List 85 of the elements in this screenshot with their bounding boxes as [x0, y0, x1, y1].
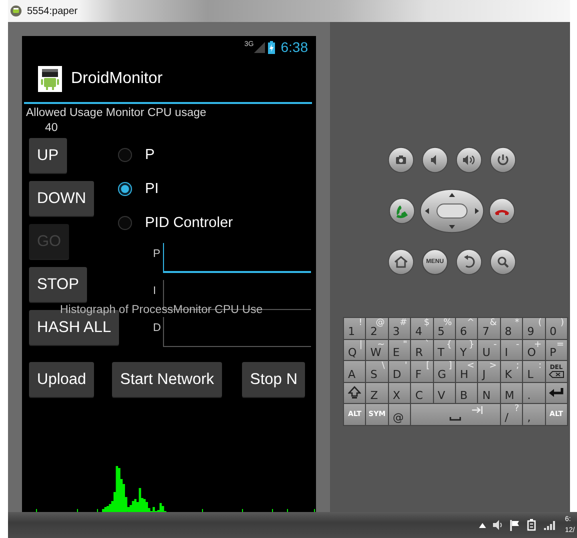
- keyboard-key[interactable]: 5 %: [434, 318, 455, 338]
- keyboard-key[interactable]: T {: [434, 340, 455, 360]
- direction-pad[interactable]: [420, 189, 484, 233]
- keyboard-key[interactable]: 9 (: [523, 318, 545, 338]
- power-icon[interactable]: [490, 147, 516, 173]
- keyboard-key[interactable]: W ~: [366, 340, 388, 360]
- volume-down-icon[interactable]: [422, 147, 448, 173]
- keyboard-key[interactable]: Z: [366, 382, 388, 403]
- radio-label: PI: [145, 181, 159, 197]
- keyboard-key[interactable]: N: [478, 382, 500, 403]
- keyboard-key[interactable]: E ": [388, 340, 410, 360]
- keyboard-key[interactable]: P =: [546, 340, 567, 360]
- speaker-icon[interactable]: [493, 520, 503, 530]
- keyboard-key[interactable]: 0 ): [546, 318, 567, 338]
- clock: 6:38: [280, 39, 308, 55]
- keyboard-key[interactable]: 3 #: [388, 318, 410, 338]
- signal-icon[interactable]: [544, 520, 556, 530]
- keyboard-key[interactable]: Q |: [344, 340, 366, 360]
- tab-icon: [472, 406, 483, 415]
- end-call-icon[interactable]: [489, 198, 515, 224]
- window-title: 5554:paper: [27, 6, 78, 16]
- keyboard-key[interactable]: ,: [523, 404, 545, 424]
- usage-value: 40: [45, 122, 59, 134]
- keyboard-key[interactable]: I -: [500, 340, 522, 360]
- enter-icon: [548, 387, 564, 398]
- keyboard-key[interactable]: .: [523, 382, 545, 403]
- keyboard-key[interactable]: F [: [411, 361, 433, 382]
- radio-button[interactable]: [118, 216, 132, 230]
- app-icon: [38, 66, 62, 92]
- action-button[interactable]: Start Network: [112, 362, 222, 397]
- shift-key[interactable]: [344, 382, 366, 403]
- keyboard-key[interactable]: 6 ^: [456, 318, 478, 338]
- camera-icon[interactable]: [388, 147, 414, 173]
- field-label: P: [153, 248, 162, 262]
- keyboard-key[interactable]: V: [434, 382, 455, 403]
- keyboard-key[interactable]: H <: [456, 361, 478, 382]
- back-icon[interactable]: [456, 249, 482, 275]
- emulator-app-icon: [10, 5, 22, 17]
- keyboard-key[interactable]: A: [344, 361, 366, 382]
- keyboard-key[interactable]: X: [388, 382, 410, 403]
- keyboard-key[interactable]: C: [411, 382, 433, 403]
- keyboard-key[interactable]: 1 !: [344, 318, 366, 338]
- radio-button[interactable]: [118, 182, 132, 196]
- backspace-icon: [548, 370, 564, 378]
- keyboard-key[interactable]: S \: [366, 361, 388, 382]
- home-icon[interactable]: [388, 249, 414, 275]
- call-icon[interactable]: [389, 198, 415, 224]
- search-icon[interactable]: [490, 249, 516, 275]
- space-icon: [450, 417, 462, 421]
- action-button[interactable]: DOWN: [29, 181, 94, 216]
- signal-icon: [254, 42, 265, 52]
- radio-label: P: [145, 147, 155, 163]
- keyboard-key[interactable]: D ': [388, 361, 410, 382]
- keyboard-key[interactable]: M: [500, 382, 522, 403]
- keyboard-key[interactable]: L :: [523, 361, 545, 382]
- keyboard-key[interactable]: J >: [478, 361, 500, 382]
- keyboard-key[interactable]: O +: [523, 340, 545, 360]
- keyboard-key[interactable]: R `: [411, 340, 433, 360]
- show-hidden-icons[interactable]: [479, 522, 486, 528]
- enter-key[interactable]: [546, 382, 567, 403]
- action-button[interactable]: Upload: [29, 362, 94, 397]
- keyboard-key[interactable]: 7 &: [478, 318, 500, 338]
- volume-up-icon[interactable]: [456, 147, 482, 173]
- keyboard-key[interactable]: B: [456, 382, 478, 403]
- action-button[interactable]: UP: [29, 138, 67, 173]
- radio-label: PID Controler: [145, 215, 233, 231]
- keyboard-key[interactable]: @: [388, 404, 410, 424]
- keyboard-key[interactable]: Y }: [456, 340, 478, 360]
- field-label: D: [153, 322, 162, 336]
- keyboard-key[interactable]: G ]: [434, 361, 455, 382]
- usage-label: Allowed Usage Monitor CPU usage: [26, 107, 208, 119]
- keyboard-key[interactable]: K ;: [500, 361, 522, 382]
- keyboard-key[interactable]: / ?: [500, 404, 522, 424]
- keyboard-key[interactable]: 2 @: [366, 318, 388, 338]
- action-button[interactable]: STOP: [29, 267, 87, 302]
- radio-button[interactable]: [118, 148, 132, 162]
- app-title: DroidMonitor: [71, 70, 163, 88]
- input-field[interactable]: [163, 317, 311, 347]
- input-field[interactable]: [163, 243, 311, 273]
- battery-icon: [268, 40, 275, 54]
- action-button[interactable]: Stop N: [242, 362, 306, 397]
- flag-icon[interactable]: [510, 520, 520, 530]
- keyboard-key[interactable]: 4 $: [411, 318, 433, 338]
- keyboard-key[interactable]: U -: [478, 340, 500, 360]
- keyboard-key[interactable]: 8 *: [500, 318, 522, 338]
